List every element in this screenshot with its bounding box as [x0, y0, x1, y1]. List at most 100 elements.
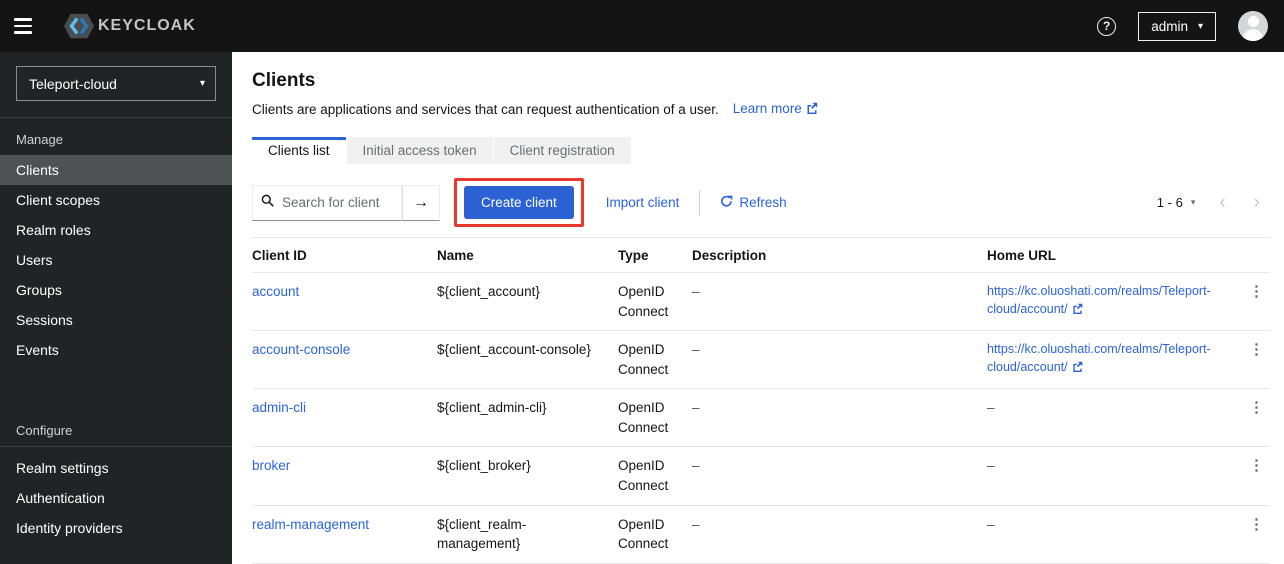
client-description: –: [692, 400, 700, 416]
user-name: admin: [1151, 18, 1188, 34]
client-type: OpenID Connect: [618, 284, 669, 319]
tab-initial-access-token[interactable]: Initial access token: [346, 137, 493, 164]
tab-clients-list[interactable]: Clients list: [252, 137, 346, 164]
kebab-menu-icon[interactable]: ⋮: [1243, 340, 1270, 359]
nav-section-manage: Manage: [16, 132, 63, 147]
table-row: admin-cli ${client_admin-cli} OpenID Con…: [252, 389, 1270, 448]
client-description: –: [692, 458, 700, 474]
create-client-button[interactable]: Create client: [464, 186, 574, 219]
table-row: realm-management ${client_realm-manageme…: [252, 506, 1270, 564]
table-header-row: Client ID Name Type Description Home URL: [252, 237, 1270, 273]
learn-more-label: Learn more: [732, 101, 802, 116]
main-content: Clients Clients are applications and ser…: [232, 52, 1284, 564]
sidebar-item-realm-settings[interactable]: Realm settings: [0, 453, 232, 483]
chevron-down-icon: ▾: [1197, 20, 1203, 32]
kebab-menu-icon[interactable]: ⋮: [1243, 456, 1270, 475]
client-name: ${client_account-console}: [437, 342, 591, 358]
home-url-empty: –: [987, 458, 995, 474]
page-title: Clients: [252, 70, 316, 91]
pagination-range: 1 - 6: [1156, 195, 1183, 210]
masthead-actions: ? admin ▾: [1097, 11, 1268, 41]
learn-more-link[interactable]: Learn more: [733, 101, 818, 117]
nav-section-configure: Configure: [16, 423, 73, 438]
pagination-top: 1 - 6 ▾ ‹ ›: [1151, 191, 1270, 214]
sidebar-item-clients[interactable]: Clients: [0, 155, 232, 185]
refresh-link[interactable]: Refresh: [720, 195, 787, 211]
clients-table: Client ID Name Type Description Home URL…: [252, 237, 1270, 564]
kebab-menu-icon[interactable]: ⋮: [1243, 515, 1270, 534]
client-id-link[interactable]: admin-cli: [252, 400, 306, 415]
search-input[interactable]: [282, 195, 392, 210]
search-box: [252, 184, 402, 221]
client-type: OpenID Connect: [618, 400, 669, 435]
client-name: ${client_admin-cli}: [437, 400, 547, 416]
client-id-link[interactable]: account: [252, 284, 299, 299]
table-toolbar: → Create client Import client Refresh 1 …: [252, 176, 1270, 237]
home-url-link[interactable]: https://kc.oluoshati.com/realms/Teleport…: [987, 284, 1211, 316]
refresh-icon: [720, 195, 733, 211]
pagination-prev-icon[interactable]: ‹: [1209, 193, 1235, 212]
masthead: KEYCLOAK ? admin ▾: [0, 0, 1284, 52]
sidebar-item-sessions[interactable]: Sessions: [0, 305, 232, 335]
keycloak-logo-icon: [64, 13, 94, 39]
tab-client-registration[interactable]: Client registration: [493, 137, 631, 164]
nav-toggle-hamburger-icon[interactable]: [14, 9, 48, 43]
chevron-down-icon: ▾: [199, 78, 205, 89]
client-name: ${client_account}: [437, 284, 540, 299]
col-description: Description: [692, 248, 767, 263]
avatar[interactable]: [1238, 11, 1268, 41]
home-url-text: https://kc.oluoshati.com/realms/Teleport…: [987, 284, 1211, 317]
tab-bar: Clients list Initial access token Client…: [252, 137, 1270, 164]
external-link-icon: [806, 102, 818, 117]
col-type: Type: [618, 248, 649, 263]
import-client-link[interactable]: Import client: [606, 195, 680, 210]
keycloak-admin-console: KEYCLOAK ? admin ▾ Teleport-cloud ▾ Mana…: [0, 0, 1284, 564]
search-icon: [261, 194, 274, 212]
chevron-down-icon: ▾: [1190, 197, 1196, 207]
sidebar-item-events[interactable]: Events: [0, 335, 232, 365]
col-client-id: Client ID: [252, 248, 307, 263]
kebab-menu-icon[interactable]: ⋮: [1243, 398, 1270, 417]
client-name: ${client_broker}: [437, 458, 531, 474]
brand-text: KEYCLOAK: [98, 17, 196, 34]
sidebar-item-authentication[interactable]: Authentication: [0, 483, 232, 513]
refresh-label: Refresh: [739, 195, 787, 210]
help-icon[interactable]: ?: [1097, 16, 1117, 36]
page-subtitle: Clients are applications and services th…: [252, 101, 719, 117]
client-type: OpenID Connect: [618, 342, 669, 377]
client-id-link[interactable]: realm-management: [252, 517, 369, 532]
realm-selector[interactable]: Teleport-cloud ▾: [16, 66, 216, 101]
home-url-link[interactable]: https://kc.oluoshati.com/realms/Teleport…: [987, 342, 1211, 374]
sidebar-item-client-scopes[interactable]: Client scopes: [0, 185, 232, 215]
home-url-text: https://kc.oluoshati.com/realms/Teleport…: [987, 342, 1211, 375]
home-url-empty: –: [987, 400, 995, 416]
col-name: Name: [437, 248, 474, 263]
client-description: –: [692, 516, 700, 532]
sidebar-item-users[interactable]: Users: [0, 245, 232, 275]
col-home-url: Home URL: [987, 248, 1057, 263]
client-id-link[interactable]: broker: [252, 458, 290, 473]
sidebar: Teleport-cloud ▾ Manage Clients Client s…: [0, 52, 232, 564]
keycloak-logo: KEYCLOAK: [64, 11, 196, 41]
sidebar-divider: [0, 446, 232, 447]
sidebar-item-identity-providers[interactable]: Identity providers: [0, 513, 232, 543]
search-submit-arrow-icon[interactable]: →: [402, 184, 440, 221]
sidebar-item-realm-roles[interactable]: Realm roles: [0, 215, 232, 245]
client-type: OpenID Connect: [618, 516, 669, 552]
client-type: OpenID Connect: [618, 458, 669, 493]
pagination-range-dropdown[interactable]: 1 - 6 ▾: [1151, 191, 1202, 214]
user-dropdown[interactable]: admin ▾: [1138, 11, 1216, 41]
pagination-next-icon[interactable]: ›: [1244, 193, 1270, 212]
client-id-link[interactable]: account-console: [252, 342, 350, 357]
table-row: account ${client_account} OpenID Connect…: [252, 273, 1270, 332]
annotation-highlight-box: Create client: [454, 178, 584, 227]
kebab-menu-icon[interactable]: ⋮: [1243, 282, 1270, 301]
home-url-empty: –: [987, 516, 995, 532]
toolbar-divider: [699, 189, 701, 216]
client-description: –: [692, 284, 700, 299]
table-row: broker ${client_broker} OpenID Connect –…: [252, 447, 1270, 506]
sidebar-item-groups[interactable]: Groups: [0, 275, 232, 305]
client-name: ${client_realm-management}: [437, 516, 527, 552]
external-link-icon: [1072, 301, 1083, 319]
table-row: account-console ${client_account-console…: [252, 331, 1270, 390]
